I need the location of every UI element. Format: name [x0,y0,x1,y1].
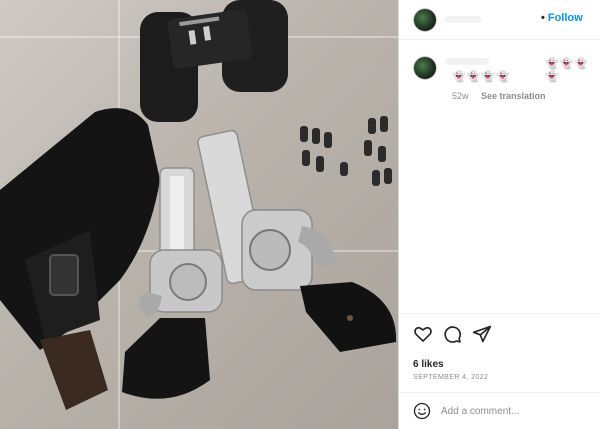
caption-emojis-line-2: 👻👻👻👻 [452,71,511,83]
follow-separator: • [541,12,545,24]
follow-button[interactable]: • Follow [541,12,583,24]
photo-illustration [0,0,397,410]
comment-input[interactable] [441,402,591,420]
caption-username-redacted[interactable] [445,58,489,65]
caption-emojis-line-1: 👻👻👻👻 [545,58,590,83]
paper-plane-icon[interactable] [472,324,492,344]
ammunition [300,116,392,186]
post-timestamp: 52w [452,91,469,101]
follow-label: Follow [547,12,583,24]
smile-icon[interactable] [413,402,431,420]
comment-divider [399,392,600,393]
likes-count[interactable]: 6 likes [413,359,444,370]
speech-bubble-icon[interactable] [442,324,462,344]
post-header: • Follow [399,0,600,40]
heart-icon[interactable] [413,324,433,344]
actions-divider [399,313,600,314]
post-detail-panel: • Follow 👻👻👻👻 👻👻👻👻 52w See translation 6 … [398,0,600,429]
post-photo[interactable] [0,0,398,429]
caption-meta: 52w See translation [452,91,546,101]
large-revolver [197,129,397,352]
caption-author-avatar[interactable] [413,56,437,80]
author-username-redacted[interactable] [445,16,481,23]
binoculars [140,0,288,122]
author-avatar[interactable] [413,8,437,32]
see-translation-link[interactable]: See translation [481,91,546,101]
post-date: SEPTEMBER 4, 2022 [413,374,489,381]
